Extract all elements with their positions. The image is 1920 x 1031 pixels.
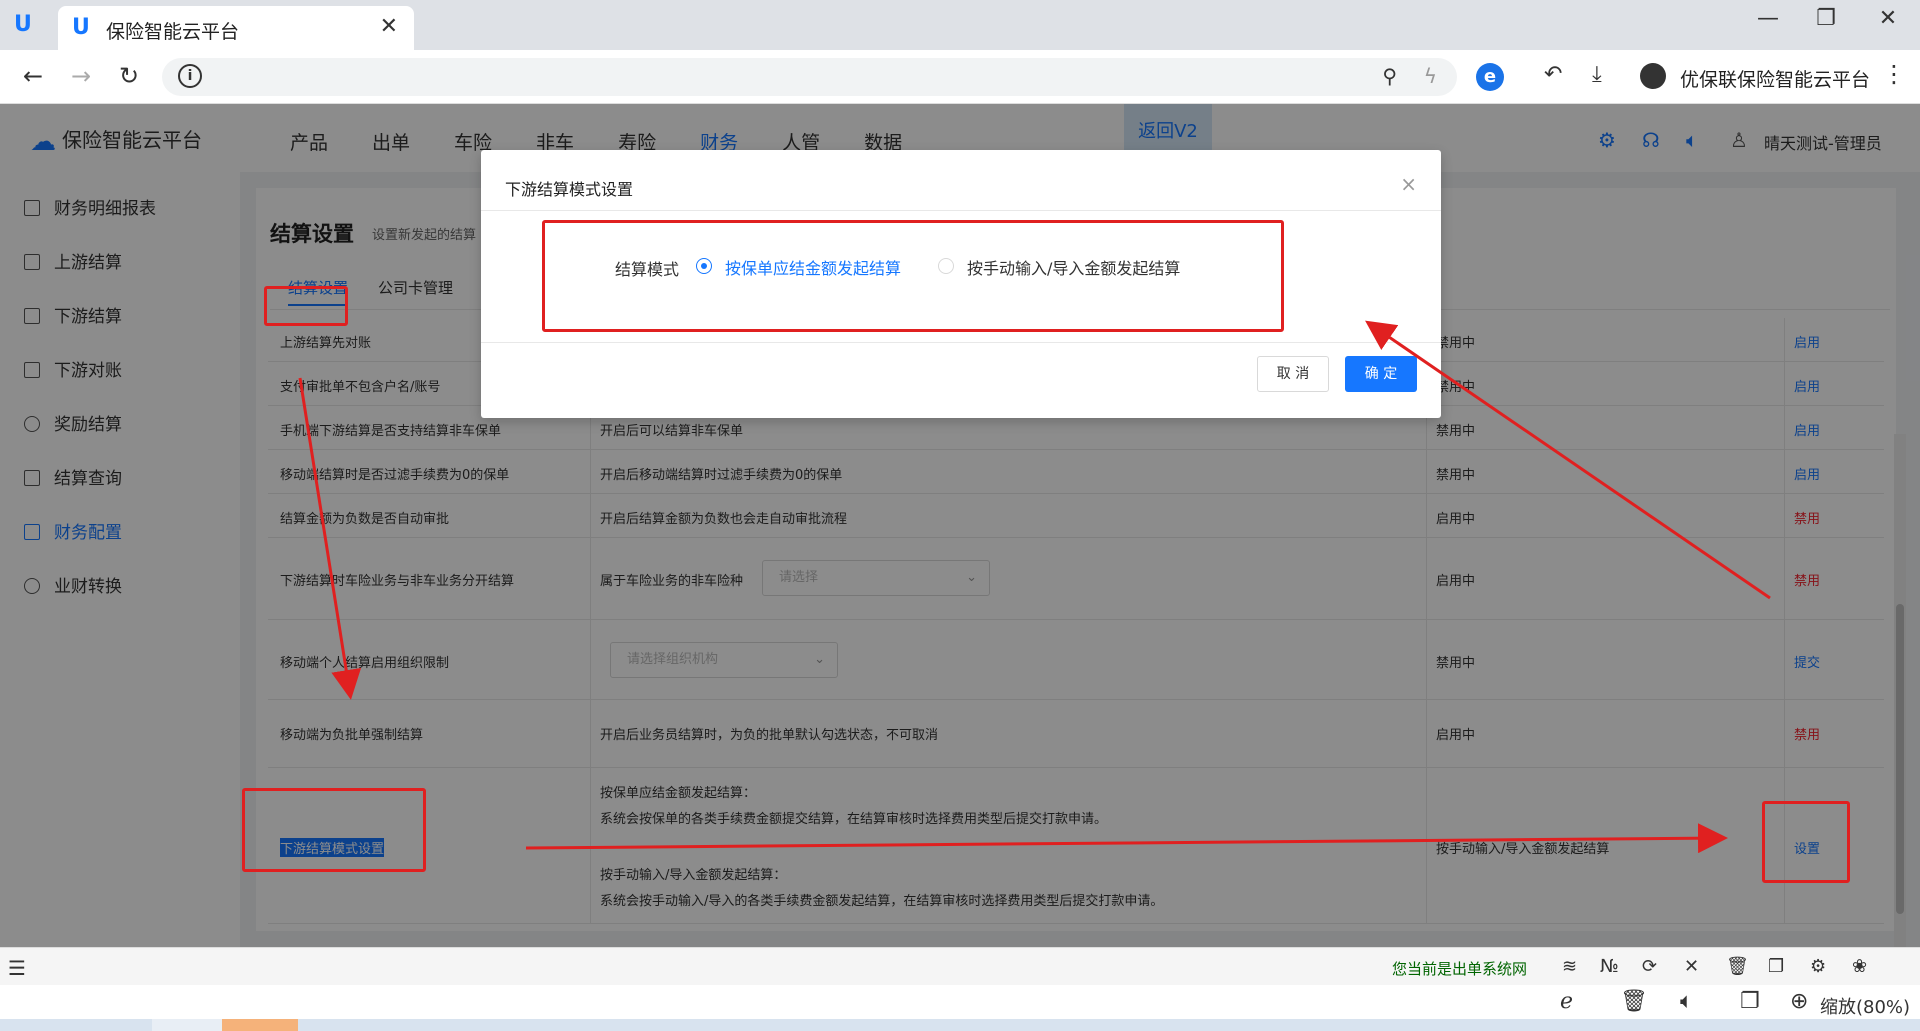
menu-icon[interactable]: ☰: [8, 956, 26, 980]
arrow-to-modal: [1365, 320, 1771, 600]
speaker-icon[interactable]: 🔈︎: [1680, 989, 1693, 1014]
trash-icon[interactable]: 🗑︎: [1620, 989, 1648, 1014]
trash-icon[interactable]: 🗑︎: [1726, 956, 1749, 977]
zoom-in-icon[interactable]: ⊕: [1790, 989, 1808, 1014]
paw-icon[interactable]: ❀: [1852, 956, 1867, 977]
network-status: 您当前是出单系统网: [1392, 960, 1528, 978]
status-bar: ☰ 您当前是出单系统网 ≋ № ⟳ ✕ 🗑︎ ❐ ⚙ ❀: [0, 947, 1920, 985]
zoom-level[interactable]: 缩放(80%): [1820, 993, 1910, 1019]
taskbar-item[interactable]: [222, 1019, 298, 1031]
copy-icon[interactable]: ❐: [1768, 956, 1784, 977]
ie-icon[interactable]: ℯ: [1560, 989, 1573, 1014]
refresh-icon[interactable]: ⟳: [1642, 956, 1657, 977]
wifi-icon: ≋: [1562, 956, 1578, 977]
close-icon[interactable]: ✕: [1684, 956, 1699, 977]
taskbar-item[interactable]: [152, 1019, 222, 1031]
arrow-row-to-settings: [525, 823, 1728, 854]
bottom-toolbar: ℯ 🗑︎ 🔈︎ ❐ ⊕ 缩放(80%): [0, 985, 1920, 1019]
annotation-arrows: [298, 320, 1771, 854]
taskbar: [0, 1019, 1920, 1031]
gear-icon[interactable]: ⚙: [1810, 956, 1826, 977]
arrow-tab-to-row: [298, 377, 362, 700]
number-icon[interactable]: №: [1600, 956, 1619, 977]
window-icon[interactable]: ❐: [1740, 989, 1760, 1014]
